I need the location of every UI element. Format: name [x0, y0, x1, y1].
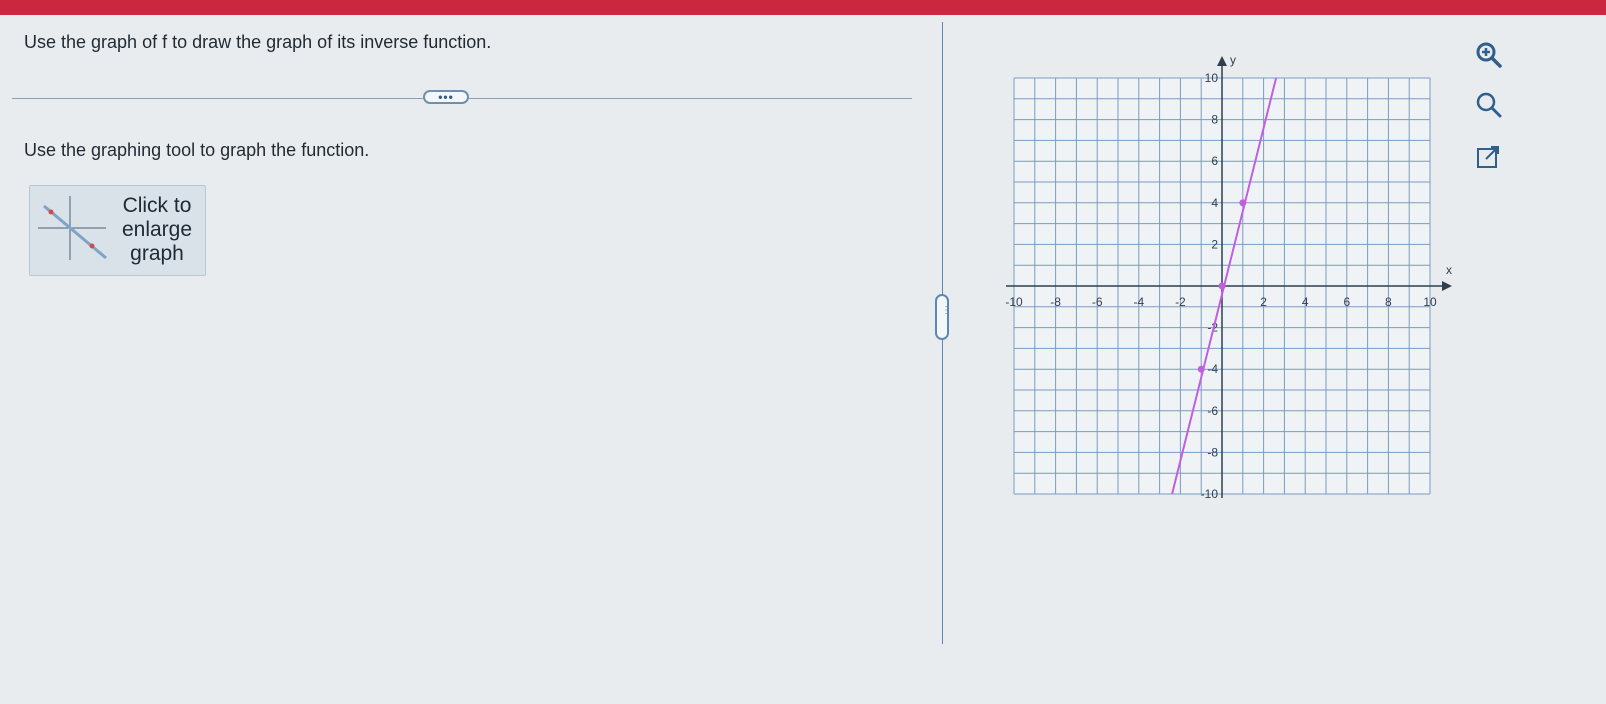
coordinate-graph[interactable]: xy-10-8-6-4-2246810108642-2-4-6-8-10	[990, 38, 1460, 501]
y-axis-arrow	[1217, 56, 1227, 66]
y-tick-label: 2	[1211, 237, 1218, 251]
y-tick-label: 8	[1211, 113, 1218, 127]
show-more-button[interactable]: •••	[423, 90, 469, 104]
enlarge-label-line2: enlarge	[121, 218, 193, 241]
x-axis-label: x	[1446, 263, 1452, 277]
enlarge-label-line1: Click to	[122, 194, 192, 217]
x-tick-label: -4	[1133, 295, 1144, 309]
question-prompt: Use the graph of f to draw the graph of …	[24, 32, 492, 52]
x-tick-label: 4	[1302, 295, 1309, 309]
x-tick-label: -8	[1050, 295, 1061, 309]
x-tick-label: -2	[1175, 295, 1186, 309]
y-tick-label: -4	[1207, 362, 1218, 376]
x-tick-label: 6	[1343, 295, 1350, 309]
function-point	[1197, 365, 1205, 373]
external-link-icon[interactable]	[1474, 142, 1504, 172]
enlarge-graph-button[interactable]: Click to enlarge graph	[29, 185, 206, 276]
x-tick-label: 2	[1260, 295, 1267, 309]
function-point	[1218, 282, 1226, 290]
graph-thumbnail-icon	[38, 196, 107, 260]
x-tick-label: 8	[1385, 295, 1392, 309]
y-tick-label: -10	[1201, 487, 1219, 498]
y-tick-label: 4	[1211, 196, 1218, 210]
y-axis-label: y	[1230, 53, 1236, 67]
graph-panel[interactable]: xy-10-8-6-4-2246810108642-2-4-6-8-10	[990, 38, 1460, 503]
enlarge-graph-label: Click to enlarge graph	[114, 194, 200, 266]
x-tick-label: 10	[1423, 295, 1437, 309]
grip-dots-icon: ⋮	[941, 305, 951, 316]
function-point	[1239, 199, 1247, 207]
y-tick-label: -6	[1207, 404, 1218, 418]
x-tick-label: -10	[1005, 295, 1023, 309]
instruction-text: Use the graphing tool to graph the funct…	[24, 140, 370, 160]
zoom-in-icon[interactable]	[1474, 40, 1504, 70]
zoom-out-icon[interactable]	[1474, 90, 1504, 120]
enlarge-label-line3: graph	[130, 242, 184, 265]
panel-resize-handle[interactable]: ⋮	[935, 294, 951, 340]
y-tick-label: -8	[1207, 445, 1218, 459]
y-tick-label: 10	[1205, 71, 1219, 85]
x-tick-label: -6	[1092, 295, 1103, 309]
y-tick-label: 6	[1211, 154, 1218, 168]
x-axis-arrow	[1442, 281, 1452, 291]
top-accent-bar	[0, 0, 1606, 15]
